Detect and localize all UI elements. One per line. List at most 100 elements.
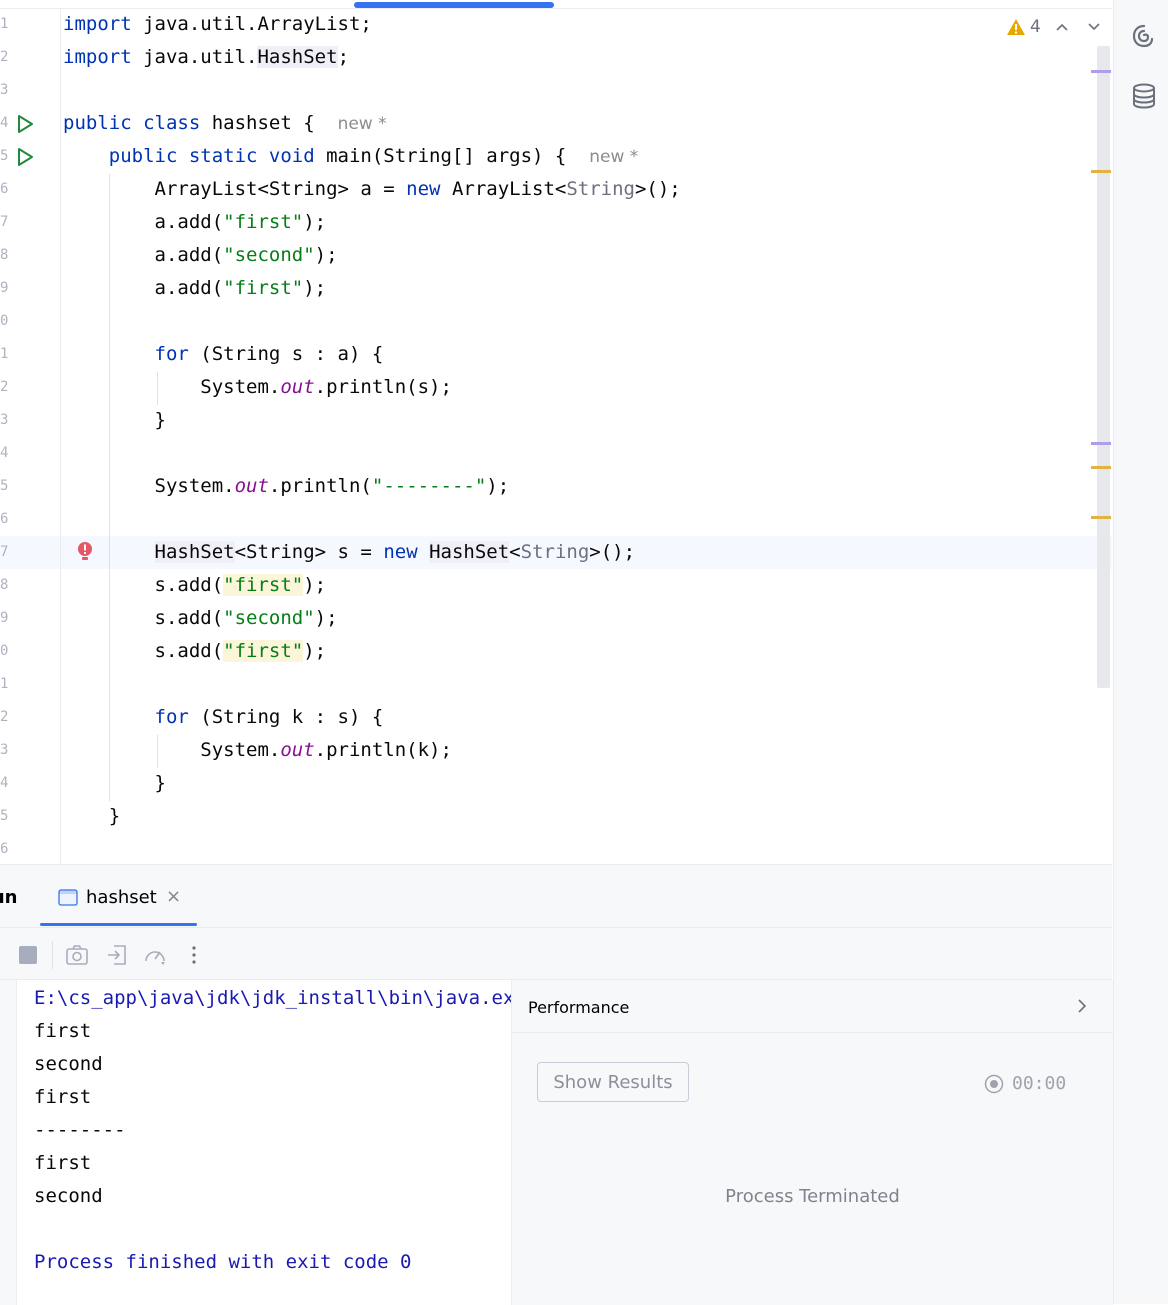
code-line[interactable]: import java.util.ArrayList;	[63, 8, 372, 41]
code-token: );	[486, 475, 510, 497]
ai-assistant-icon[interactable]	[1130, 22, 1158, 50]
line-number: 8	[0, 577, 8, 593]
code-line[interactable]: public class hashset { new *	[63, 107, 387, 141]
code-token: a.add(	[63, 211, 224, 233]
line-number: 2	[0, 49, 8, 65]
code-token: java.util.	[131, 46, 258, 68]
code-token: String	[520, 541, 590, 563]
console-output[interactable]: E:\cs_app\java\jdk\jdk_install\bin\java.…	[16, 980, 511, 1305]
close-icon[interactable]: ×	[166, 886, 181, 907]
chevron-right-icon[interactable]	[1072, 996, 1092, 1016]
code-line[interactable]: ArrayList<String> a = new ArrayList<Stri…	[63, 173, 681, 206]
code-line[interactable]: HashSet<String> s = new HashSet<String>(…	[63, 536, 635, 569]
code-token: s.add(	[63, 574, 224, 596]
record-icon	[984, 1074, 1004, 1093]
line-number: 4	[0, 775, 8, 791]
code-token: );	[314, 607, 338, 629]
code-token: HashSet	[429, 541, 510, 563]
code-token: a.add(	[63, 277, 224, 299]
more-vertical-icon[interactable]	[182, 943, 206, 967]
code-line[interactable]: a.add("second");	[63, 239, 338, 272]
error-stripe-marker[interactable]	[1091, 170, 1111, 173]
console-line: first	[34, 1152, 92, 1174]
code-line[interactable]: s.add("first");	[63, 569, 326, 602]
code-editor[interactable]: 1 2 3 4 5 6 7 8 9 0 1 2 3 4 5 6 7 8 9 0 1 2 3 4 5 6 import java.u…	[0, 0, 1112, 864]
console-line: Process finished with exit code 0	[34, 1251, 412, 1273]
profiler-timer: 00:00	[984, 1073, 1066, 1094]
console-line: first	[34, 1086, 92, 1108]
code-token: ArrayList<String> a =	[63, 178, 407, 200]
line-number: 1	[0, 346, 8, 362]
active-tab-underline	[40, 923, 197, 926]
tab-hashset[interactable]: hashset ×	[40, 879, 196, 927]
line-number: 4	[0, 115, 8, 131]
indent-guide	[157, 372, 158, 405]
code-token: "first"	[223, 574, 304, 596]
console-line: second	[34, 1185, 103, 1207]
line-number: 5	[0, 478, 8, 494]
error-stripe-marker[interactable]	[1091, 442, 1111, 445]
code-token: (String k : s) {	[188, 706, 384, 728]
author-hint: new *	[589, 147, 639, 167]
code-line[interactable]: a.add("first");	[63, 206, 327, 239]
line-number: 9	[0, 610, 8, 626]
code-token: import	[63, 46, 132, 68]
code-line[interactable]: }	[63, 800, 120, 833]
code-token: }	[63, 772, 166, 794]
line-number: 1	[0, 16, 8, 32]
database-icon[interactable]	[1130, 82, 1158, 110]
run-tool-window: Run hashset × E:\cs_app\java\jdk\jdk_ins…	[0, 864, 1113, 1305]
line-number: 8	[0, 247, 8, 263]
line-number: 7	[0, 214, 8, 230]
code-line[interactable]: System.out.println("--------");	[63, 470, 510, 503]
code-line[interactable]: a.add("first");	[63, 272, 327, 305]
code-token: <String> s =	[234, 541, 384, 563]
error-stripe-marker[interactable]	[1091, 516, 1111, 519]
line-number: 1	[0, 676, 8, 692]
code-token: hashset {	[200, 112, 338, 134]
error-stripe-marker[interactable]	[1091, 70, 1111, 73]
code-line[interactable]: System.out.println(k);	[63, 734, 452, 767]
code-token: for	[154, 706, 189, 728]
code-line[interactable]: s.add("second");	[63, 602, 338, 635]
run-gutter-icon[interactable]	[14, 146, 36, 168]
show-results-button[interactable]: Show Results	[537, 1062, 689, 1102]
stop-icon[interactable]	[16, 943, 40, 967]
previous-highlight-button[interactable]	[1051, 16, 1073, 38]
inspection-widget[interactable]: 4	[1006, 16, 1105, 38]
code-token: for	[154, 343, 189, 365]
code-line[interactable]: public static void main(String[] args) {…	[63, 140, 639, 174]
code-token: );	[303, 640, 327, 662]
line-number: 2	[0, 709, 8, 725]
code-line[interactable]: for (String k : s) {	[63, 701, 384, 734]
code-line[interactable]: import java.util.HashSet;	[63, 41, 349, 74]
line-number: 7	[0, 544, 8, 560]
profiler-icon[interactable]	[143, 943, 167, 967]
code-token: s.add(	[63, 640, 224, 662]
camera-icon[interactable]	[65, 943, 89, 967]
code-line[interactable]: }	[63, 767, 166, 800]
code-line[interactable]: System.out.println(s);	[63, 371, 452, 404]
line-number: 6	[0, 841, 8, 857]
gutter-divider	[60, 8, 61, 864]
code-token: new	[383, 541, 418, 563]
error-stripe-marker[interactable]	[1091, 466, 1111, 469]
line-number: 6	[0, 511, 8, 527]
code-line[interactable]: s.add("first");	[63, 635, 326, 668]
code-token: ArrayList<	[440, 178, 567, 200]
code-token: "--------"	[371, 475, 487, 497]
code-line[interactable]: for (String s : a) {	[63, 338, 384, 371]
editor-scrollbar[interactable]	[1097, 46, 1110, 688]
error-bulb-icon[interactable]	[76, 541, 94, 563]
run-gutter-icon[interactable]	[14, 113, 36, 135]
code-token: "second"	[223, 244, 315, 266]
code-token: out	[280, 739, 315, 761]
next-highlight-button[interactable]	[1083, 16, 1105, 38]
console-line: first	[34, 1020, 92, 1042]
code-token: System.	[63, 475, 235, 497]
restore-layout-icon[interactable]	[105, 943, 129, 967]
process-status: Process Terminated	[725, 1186, 900, 1207]
code-line[interactable]: }	[63, 404, 166, 437]
